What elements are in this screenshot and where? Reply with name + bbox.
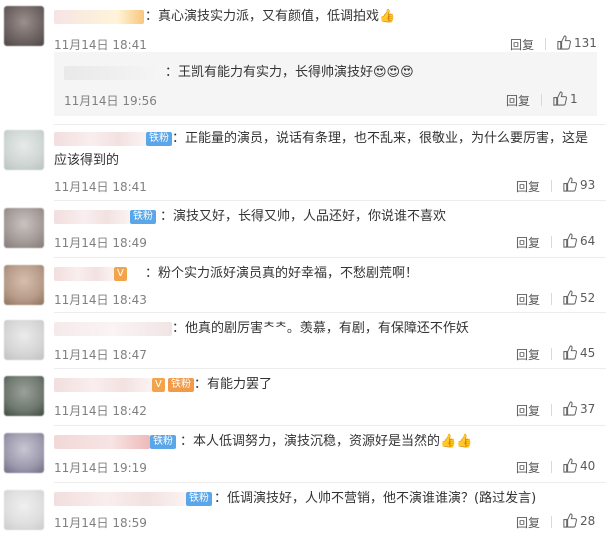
like-button[interactable]: 37 [562,401,595,416]
like-count: 52 [580,291,596,305]
thumbs-up-icon [557,35,571,50]
like-button[interactable]: 131 [556,35,597,50]
like-count: 40 [580,459,596,473]
thumbs-up-icon [563,345,577,360]
comment-text: ：本人低调努力，演技沉稳，资源好是当然的👍👍 [180,434,473,449]
thumbs-up-icon [563,177,577,192]
separator [545,38,546,50]
username-blurred[interactable] [54,267,114,281]
divider [54,482,606,483]
like-count: 1 [570,92,578,106]
comment-time: 11月14日 19:19 [54,461,147,475]
separator [541,94,542,106]
vip-badge: V [152,378,165,392]
comment-time: 11月14日 18:47 [54,348,147,362]
comment-text: ：他真的剧厉害ᄎᄎ。羡慕，有剧，有保障还不作妖 [172,321,469,336]
like-button[interactable]: 40 [562,458,595,473]
comment-text: ：粉个实力派好演员真的好幸福，不愁剧荒啊！ [145,266,419,281]
vip-badge: V [114,267,127,281]
avatar[interactable] [4,433,44,473]
thumbs-up-icon [563,290,577,305]
like-count: 93 [580,178,596,192]
separator [551,180,552,192]
reply-button[interactable]: 回复 [506,92,530,109]
like-button[interactable]: 93 [562,177,595,192]
fan-badge: 铁粉 [168,378,194,392]
fan-badge: 铁粉 [150,435,176,449]
avatar[interactable] [4,320,44,360]
username-blurred[interactable] [54,492,186,506]
like-count: 64 [580,234,596,248]
like-button[interactable]: 28 [562,513,595,528]
comment-time: 11月14日 18:41 [54,38,147,52]
fan-badge: 铁粉 [130,210,156,224]
username-blurred[interactable] [54,322,172,336]
reply-button[interactable]: 回复 [516,178,540,195]
like-button[interactable]: 1 [552,91,578,106]
subreply-box: ：王凯有能力有实力，长得帅演技好😍😍😍 11月14日 19:56 回复 1 [54,52,597,116]
thumbs-up-icon [553,91,567,106]
divider [54,257,606,258]
comment-text: ：演技又好，长得又帅，人品还好，你说谁不喜欢 [160,209,447,224]
comment-text: ：真心演技实力派，又有颜值，低调拍戏👍 [145,9,396,24]
separator [551,404,552,416]
like-button[interactable]: 52 [562,290,595,305]
comment-text: ：低调演技好，人帅不营销，他不演谁谁演？(路过发言) [214,491,537,506]
username-blurred[interactable] [54,10,144,24]
reply-button[interactable]: 回复 [516,514,540,531]
comment-text: ：有能力罢了 [194,377,273,392]
divider [54,368,606,369]
separator [551,461,552,473]
comment-time: 11月14日 18:42 [54,404,147,418]
reply-button[interactable]: 回复 [516,234,540,251]
avatar[interactable] [4,376,44,416]
separator [551,236,552,248]
avatar[interactable] [4,265,44,305]
like-button[interactable]: 45 [562,345,595,360]
username-blurred[interactable] [54,435,150,449]
reply-button[interactable]: 回复 [516,402,540,419]
avatar[interactable] [4,6,44,46]
like-button[interactable]: 64 [562,233,595,248]
comment-time: 11月14日 18:59 [54,516,147,530]
reply-button[interactable]: 回复 [516,291,540,308]
divider [54,200,606,201]
like-count: 28 [580,514,596,528]
comment-time: 11月14日 18:41 [54,180,147,194]
reply-button[interactable]: 回复 [516,459,540,476]
thumbs-up-icon [563,513,577,528]
subreply-text: ：王凯有能力有实力，长得帅演技好😍😍😍 [165,65,414,80]
comment-time: 11月14日 18:43 [54,293,147,307]
like-count: 37 [580,402,596,416]
username-blurred[interactable] [54,210,130,224]
thumbs-up-icon [563,401,577,416]
reply-button[interactable]: 回复 [516,346,540,363]
comment-time: 11月14日 18:49 [54,236,147,250]
subreply-time: 11月14日 19:56 [64,94,157,108]
avatar[interactable] [4,490,44,530]
username-blurred[interactable] [54,378,152,392]
separator [551,293,552,305]
thumbs-up-icon [563,233,577,248]
avatar[interactable] [4,208,44,248]
like-count: 45 [580,346,596,360]
divider [54,312,606,313]
thumbs-up-icon [563,458,577,473]
separator [551,516,552,528]
reply-button[interactable]: 回复 [510,36,534,53]
separator [551,348,552,360]
fan-badge: 铁粉 [186,492,212,506]
divider [54,425,606,426]
username-blurred[interactable] [64,66,172,80]
divider [54,124,606,125]
avatar[interactable] [4,130,44,170]
like-count: 131 [574,36,597,50]
comment-text: ：正能量的演员，说话有条理，也不乱来，很敬业，为什么要厉害，这是应该得到的 [54,131,589,168]
